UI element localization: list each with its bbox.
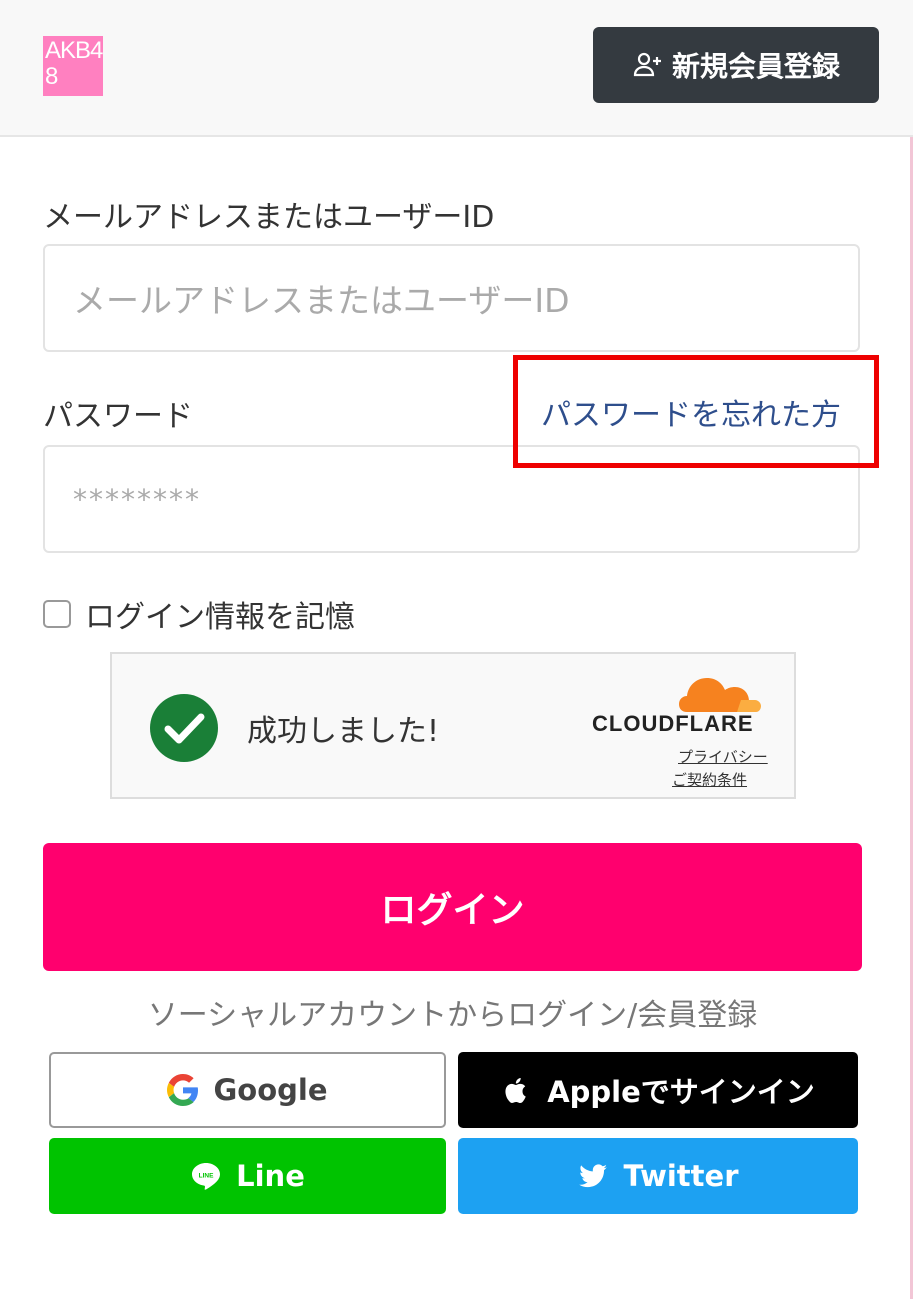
captcha-status: 成功しました! xyxy=(247,714,440,749)
signup-label: 新規会員登録 xyxy=(671,50,840,83)
logo-text: AKB48 xyxy=(45,37,103,90)
login-button[interactable]: ログイン xyxy=(43,843,862,971)
google-label: Google xyxy=(213,1073,328,1107)
header: AKB48 新規会員登録 xyxy=(0,0,913,137)
akb48-logo[interactable]: AKB48 xyxy=(43,36,103,96)
line-label: Line xyxy=(236,1159,305,1193)
twitter-bird-icon xyxy=(579,1164,608,1188)
signup-button[interactable]: 新規会員登録 xyxy=(593,27,879,103)
twitter-label: Twitter xyxy=(623,1159,739,1193)
highlight-annotation-box xyxy=(513,355,879,468)
google-login-button[interactable]: Google xyxy=(49,1052,446,1128)
cloudflare-brand: CLOUDFLARE xyxy=(592,711,754,736)
remember-login[interactable]: ログイン情報を記憶 xyxy=(43,592,355,636)
cloudflare-captcha: 成功しました! CLOUDFLARE プライバシー ご契約条件 xyxy=(110,652,796,799)
line-icon: LINE xyxy=(192,1163,221,1190)
cloudflare-cloud-icon xyxy=(679,678,761,712)
email-placeholder: メールアドレスまたはユーザーID xyxy=(73,281,570,320)
apple-icon xyxy=(505,1078,526,1103)
social-login-caption: ソーシャルアカウントからログイン/会員登録 xyxy=(147,998,758,1033)
password-placeholder: ******** xyxy=(73,482,201,516)
apple-label: Appleでサインイン xyxy=(547,1075,815,1109)
success-check-icon xyxy=(150,694,218,762)
password-label: パスワード xyxy=(43,399,193,434)
email-input[interactable]: メールアドレスまたはユーザーID xyxy=(43,244,860,352)
line-login-button[interactable]: LINE Line xyxy=(49,1138,446,1214)
remember-label: ログイン情報を記憶 xyxy=(85,600,355,635)
remember-checkbox[interactable] xyxy=(43,600,71,628)
login-label: ログイン xyxy=(380,890,525,931)
email-label: メールアドレスまたはユーザーID xyxy=(43,200,495,235)
google-icon xyxy=(167,1074,199,1106)
svg-text:LINE: LINE xyxy=(199,1173,214,1180)
add-user-icon xyxy=(633,52,661,77)
apple-login-button[interactable]: Appleでサインイン xyxy=(458,1052,858,1128)
twitter-login-button[interactable]: Twitter xyxy=(458,1138,858,1214)
terms-link[interactable]: ご契約条件 xyxy=(672,769,747,790)
privacy-link[interactable]: プライバシー xyxy=(678,746,768,767)
